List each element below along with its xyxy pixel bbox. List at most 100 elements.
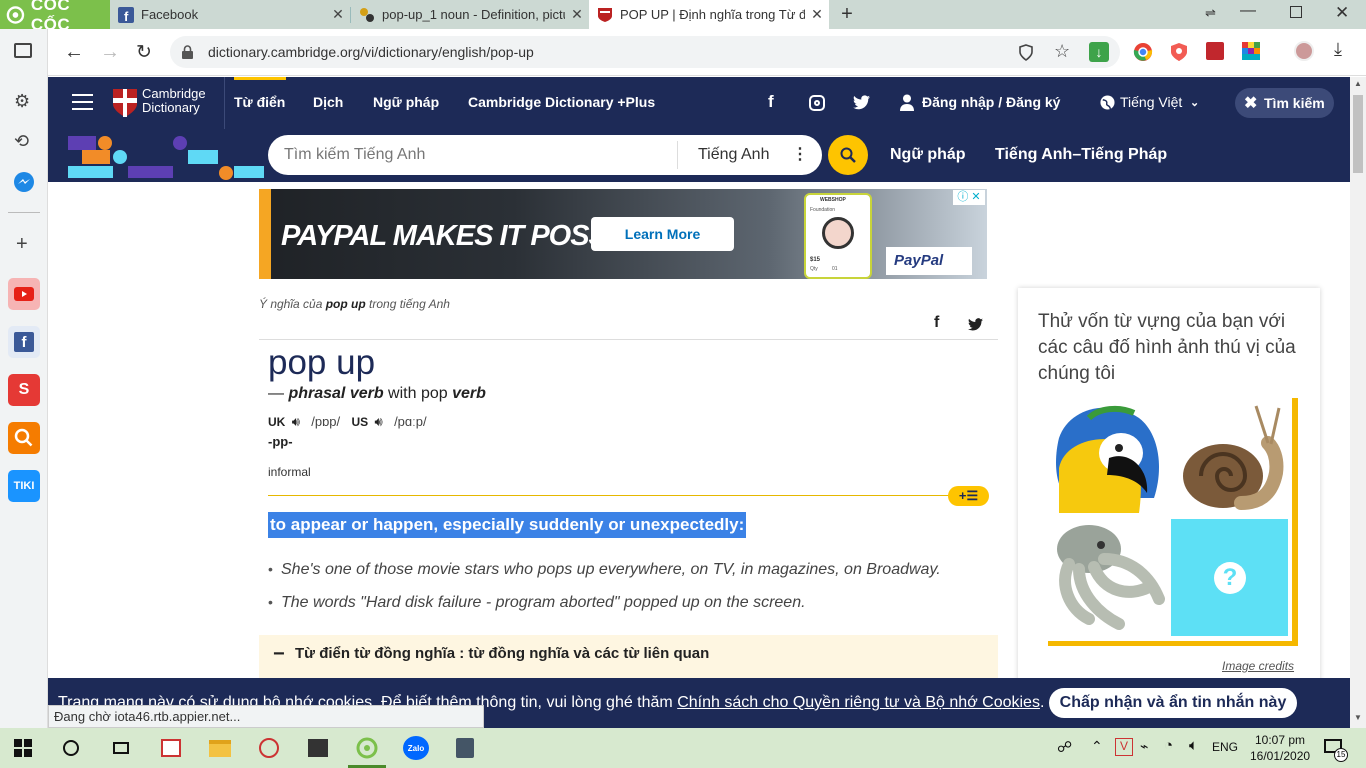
zalo-icon[interactable]: Zalo bbox=[403, 736, 429, 760]
paint-app-icon[interactable] bbox=[256, 736, 282, 760]
cambridge-logo-icon[interactable] bbox=[112, 88, 138, 118]
forward-button[interactable]: → bbox=[100, 41, 120, 64]
quiz-mystery-tile[interactable]: ? bbox=[1171, 519, 1288, 636]
tab-facebook[interactable]: f Facebook ✕ bbox=[110, 0, 350, 29]
downloads-icon[interactable]: ⤓ bbox=[1334, 39, 1342, 60]
system-clock[interactable]: 10:07 pm 16/01/2020 bbox=[1250, 732, 1310, 764]
file-explorer-icon[interactable] bbox=[207, 736, 233, 760]
more-options-icon[interactable]: ⋮ bbox=[792, 144, 808, 164]
history-icon[interactable]: ⟲ bbox=[14, 131, 29, 152]
download-ext-icon[interactable]: ↓ bbox=[1089, 42, 1109, 62]
tab-oxford[interactable]: pop-up_1 noun - Definition, pictur ✕ bbox=[351, 0, 589, 29]
wifi-icon[interactable]: ◔ bbox=[1164, 737, 1173, 754]
messenger-icon[interactable] bbox=[13, 171, 35, 193]
close-tab-icon[interactable]: ✕ bbox=[326, 6, 350, 23]
vietkey-icon[interactable]: V bbox=[1115, 738, 1133, 756]
nav-dictionary[interactable]: Từ điển bbox=[234, 94, 285, 110]
login-link[interactable]: Đăng nhập / Đăng ký bbox=[922, 94, 1060, 110]
task-view-icon[interactable] bbox=[108, 736, 134, 760]
dictionary-search-box[interactable]: Tìm kiếm Tiếng Anh Tiếng Anh ⋮ bbox=[268, 135, 822, 175]
scroll-thumb[interactable] bbox=[1353, 95, 1363, 173]
cookie-policy-link[interactable]: Chính sách cho Quyền riêng tư và Bộ nhớ … bbox=[677, 694, 1040, 711]
ad-qty: 01 bbox=[832, 266, 838, 272]
twitter-icon[interactable] bbox=[853, 95, 870, 110]
minimize-button[interactable]: — bbox=[1240, 2, 1256, 20]
ad-learn-more-button[interactable]: Learn More bbox=[591, 217, 734, 251]
hamburger-menu-icon[interactable] bbox=[72, 94, 93, 110]
advertisement-banner[interactable]: PAYPAL MAKES IT POSSIBLE Learn More WEBS… bbox=[259, 189, 987, 279]
uk-audio-speaker-icon[interactable]: 🔊︎ bbox=[292, 414, 300, 429]
app-grid-icon[interactable] bbox=[158, 736, 184, 760]
shield-icon[interactable] bbox=[1018, 44, 1034, 61]
extension-red-icon[interactable] bbox=[1206, 42, 1224, 60]
pronunciation-row: UK 🔊︎ /pɒp/ US 🔊︎ /pɑːp/ bbox=[268, 414, 427, 430]
search-app-icon[interactable] bbox=[8, 422, 40, 454]
quiz-grid[interactable]: ? bbox=[1044, 393, 1292, 641]
bookmark-star-icon[interactable]: ☆ bbox=[1054, 41, 1070, 62]
input-language[interactable]: ENG bbox=[1212, 740, 1238, 754]
coccoc-taskbar-icon[interactable] bbox=[354, 736, 380, 760]
power-plug-icon[interactable]: ⌁ bbox=[1140, 738, 1148, 755]
chrome-extension-icon[interactable] bbox=[1133, 42, 1153, 62]
shopee-icon[interactable]: S bbox=[8, 374, 40, 406]
nav-grammar[interactable]: Ngữ pháp bbox=[373, 94, 439, 110]
pos-verb-link[interactable]: verb bbox=[452, 385, 486, 402]
page-scrollbar[interactable]: ▲ ▼ bbox=[1350, 77, 1366, 728]
search-toggle-button[interactable]: ✖ Tìm kiếm bbox=[1235, 88, 1334, 118]
add-sidebar-app-icon[interactable]: + bbox=[16, 233, 28, 256]
profile-avatar[interactable] bbox=[1294, 41, 1314, 61]
show-hidden-icons-chevron-icon[interactable]: ⌃ bbox=[1091, 738, 1103, 755]
facebook-sidebar-icon[interactable]: f bbox=[8, 326, 40, 358]
tab-search-icon[interactable]: ⇌ bbox=[1205, 5, 1216, 21]
windows-start-icon[interactable] bbox=[14, 739, 32, 757]
chevron-down-icon[interactable]: ⌄ bbox=[1190, 96, 1199, 109]
us-audio-speaker-icon[interactable]: 🔊︎ bbox=[375, 414, 383, 429]
quiz-snail-image[interactable] bbox=[1171, 398, 1288, 515]
address-bar[interactable]: dictionary.cambridge.org/vi/dictionary/e… bbox=[170, 36, 1120, 68]
sticky-notes-icon[interactable] bbox=[305, 736, 331, 760]
maximize-button[interactable] bbox=[1290, 6, 1302, 18]
adblock-shield-icon[interactable] bbox=[1170, 42, 1188, 62]
coccoc-menu-button[interactable]: CỐC CỐC bbox=[0, 0, 110, 34]
quiz-octopus-image[interactable] bbox=[1049, 519, 1166, 636]
snipping-tool-icon[interactable] bbox=[452, 736, 478, 760]
close-window-button[interactable]: ✕ bbox=[1335, 3, 1349, 23]
english-french-link[interactable]: Tiếng Anh–Tiếng Pháp bbox=[995, 146, 1167, 164]
nav-plus[interactable]: Cambridge Dictionary +Plus bbox=[468, 94, 655, 110]
back-button[interactable]: ← bbox=[64, 41, 84, 64]
site-logo-text[interactable]: Cambridge Dictionary bbox=[142, 87, 206, 115]
scroll-down-arrow-icon[interactable]: ▼ bbox=[1354, 713, 1362, 722]
nav-translate[interactable]: Dịch bbox=[313, 94, 343, 110]
quiz-parrot-image[interactable] bbox=[1049, 398, 1166, 515]
search-input[interactable]: Tìm kiếm Tiếng Anh bbox=[284, 146, 425, 164]
add-to-wordlist-button[interactable]: +☰ bbox=[948, 486, 989, 506]
close-tab-icon[interactable]: ✕ bbox=[805, 6, 829, 23]
volume-icon[interactable]: 🔈︎ bbox=[1189, 737, 1198, 754]
color-grid-extension-icon[interactable] bbox=[1242, 42, 1260, 60]
oxford-favicon-icon bbox=[360, 7, 374, 22]
grammar-link[interactable]: Ngữ pháp bbox=[890, 146, 966, 164]
tab-cambridge-active[interactable]: POP UP | Định nghĩa trong Từ điển ✕ bbox=[589, 0, 829, 29]
language-selector[interactable]: Tiếng Việt bbox=[1120, 94, 1182, 110]
new-tab-button[interactable]: + bbox=[836, 3, 858, 25]
reload-button[interactable]: ↻ bbox=[136, 41, 152, 64]
youtube-icon[interactable] bbox=[8, 278, 40, 310]
image-credits-link[interactable]: Image credits bbox=[1222, 659, 1294, 673]
sidebar-toggle-icon[interactable] bbox=[14, 43, 32, 58]
instagram-icon[interactable] bbox=[809, 95, 825, 111]
thesaurus-panel[interactable]: − Từ điển từ đồng nghĩa : từ đồng nghĩa … bbox=[259, 635, 998, 678]
close-tab-icon[interactable]: ✕ bbox=[565, 6, 589, 23]
accept-cookies-button[interactable]: Chấp nhận và ẩn tin nhắn này bbox=[1049, 688, 1297, 718]
scroll-up-arrow-icon[interactable]: ▲ bbox=[1354, 79, 1362, 88]
search-button[interactable] bbox=[828, 135, 868, 175]
share-facebook-icon[interactable]: f bbox=[934, 314, 939, 332]
cortana-search-icon[interactable] bbox=[63, 740, 79, 756]
facebook-icon[interactable]: f bbox=[768, 92, 774, 112]
tiki-icon[interactable]: TIKI bbox=[8, 470, 40, 502]
people-icon[interactable]: ☍ bbox=[1057, 738, 1072, 756]
dictionary-language-select[interactable]: Tiếng Anh bbox=[698, 146, 769, 164]
ad-choices-icon[interactable]: ⓘ ✕ bbox=[953, 190, 985, 205]
settings-gear-icon[interactable]: ⚙ bbox=[14, 91, 30, 112]
share-twitter-icon[interactable] bbox=[968, 318, 983, 331]
collapse-minus-icon[interactable]: − bbox=[273, 643, 285, 666]
